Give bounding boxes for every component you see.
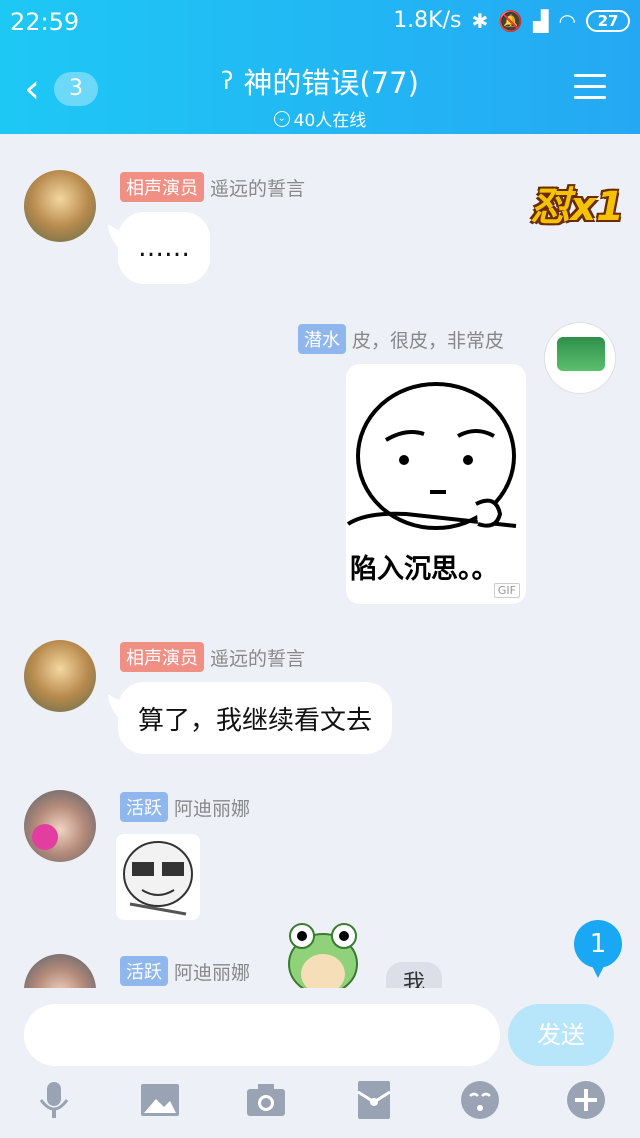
message-sender: 活跃 阿迪丽娜 bbox=[120, 792, 250, 822]
thinking-face-image bbox=[346, 382, 517, 530]
menu-icon[interactable] bbox=[574, 74, 606, 100]
chat-header: 22:59 1.8K/s ✱ 🔕 ▟ ◠ 27 ‹ 3 ʔ 神的错误(77) ⌄… bbox=[0, 0, 640, 134]
microphone-icon[interactable] bbox=[34, 1080, 74, 1120]
bluetooth-icon: ✱ bbox=[471, 8, 489, 33]
member-title-badge: 活跃 bbox=[120, 956, 168, 986]
battery-icon: 27 bbox=[586, 9, 630, 32]
avatar[interactable] bbox=[24, 954, 96, 988]
message-sender: 活跃 阿迪丽娜 bbox=[120, 956, 250, 986]
image-icon[interactable] bbox=[140, 1080, 180, 1120]
back-button[interactable]: ‹ 3 bbox=[24, 66, 104, 112]
sticker-badge: 怼x1 bbox=[530, 184, 624, 230]
chevron-down-circle-icon: ⌄ bbox=[273, 110, 290, 127]
gif-label: GIF bbox=[493, 583, 520, 598]
sender-name[interactable]: 皮，很皮，非常皮 bbox=[352, 326, 504, 353]
sender-name[interactable]: 阿迪丽娜 bbox=[174, 958, 250, 985]
message-bubble[interactable]: …… bbox=[118, 212, 210, 284]
message-sender: 相声演员 遥远的誓言 bbox=[120, 172, 305, 202]
message-input[interactable] bbox=[24, 1004, 500, 1066]
message-text: …… bbox=[138, 233, 190, 263]
new-message-count-badge[interactable]: 1 bbox=[574, 920, 622, 978]
plus-icon[interactable] bbox=[566, 1080, 606, 1120]
avatar[interactable] bbox=[24, 640, 96, 712]
avatar[interactable] bbox=[544, 322, 616, 394]
status-bar: 22:59 1.8K/s ✱ 🔕 ▟ ◠ 27 bbox=[0, 0, 640, 46]
member-title-badge: 潜水 bbox=[298, 324, 346, 354]
sender-name[interactable]: 阿迪丽娜 bbox=[174, 794, 250, 821]
composer-toolbar bbox=[0, 1080, 640, 1136]
sender-name[interactable]: 遥远的誓言 bbox=[210, 644, 305, 671]
status-right: 1.8K/s ✱ 🔕 ▟ ◠ 27 bbox=[393, 8, 630, 33]
message-sender: 相声演员 遥远的誓言 bbox=[120, 642, 305, 672]
camera-icon[interactable] bbox=[246, 1080, 286, 1120]
sender-name[interactable]: 遥远的誓言 bbox=[210, 174, 305, 201]
online-count-text: 40人在线 bbox=[293, 111, 367, 131]
message-composer: 发送 bbox=[0, 988, 640, 1138]
wifi-icon: ◠ bbox=[558, 8, 576, 33]
gif-sticker[interactable]: 陷入沉思。。 GIF bbox=[346, 364, 526, 604]
ear-icon: ʔ bbox=[221, 67, 234, 95]
message-bubble[interactable]: 算了，我继续看文去 bbox=[118, 682, 393, 754]
send-button[interactable]: 发送 bbox=[508, 1004, 614, 1066]
unread-conversations-count: 3 bbox=[54, 72, 98, 106]
status-time: 22:59 bbox=[10, 8, 80, 36]
member-title-badge: 相声演员 bbox=[120, 642, 204, 672]
chevron-left-icon: ‹ bbox=[24, 66, 40, 112]
red-packet-icon[interactable] bbox=[354, 1080, 394, 1120]
net-speed: 1.8K/s bbox=[393, 8, 462, 33]
message-text: 算了，我继续看文去 bbox=[138, 705, 373, 736]
chat-title: ʔ 神的错误(77) bbox=[221, 60, 419, 102]
signal-icon: ▟ bbox=[533, 8, 549, 33]
online-count[interactable]: ⌄ 40人在线 bbox=[170, 106, 470, 131]
chat-title-area[interactable]: ʔ 神的错误(77) ⌄ 40人在线 bbox=[170, 60, 470, 131]
avatar[interactable] bbox=[24, 790, 96, 862]
message-list[interactable]: 相声演员 遥远的誓言 …… 怼x1 潜水 皮，很皮，非常皮 陷入沉思。。 GIF… bbox=[0, 134, 640, 988]
avatar[interactable] bbox=[24, 170, 96, 242]
member-title-badge: 活跃 bbox=[120, 792, 168, 822]
sticker-image[interactable] bbox=[116, 834, 200, 920]
message-sender: 潜水 皮，很皮，非常皮 bbox=[298, 324, 504, 354]
mute-bell-icon: 🔕 bbox=[498, 8, 524, 33]
gif-caption: 陷入沉思。。 bbox=[350, 554, 499, 585]
emoji-icon[interactable] bbox=[460, 1080, 500, 1120]
group-name: 神的错误(77) bbox=[243, 66, 419, 100]
member-title-badge: 相声演员 bbox=[120, 172, 204, 202]
